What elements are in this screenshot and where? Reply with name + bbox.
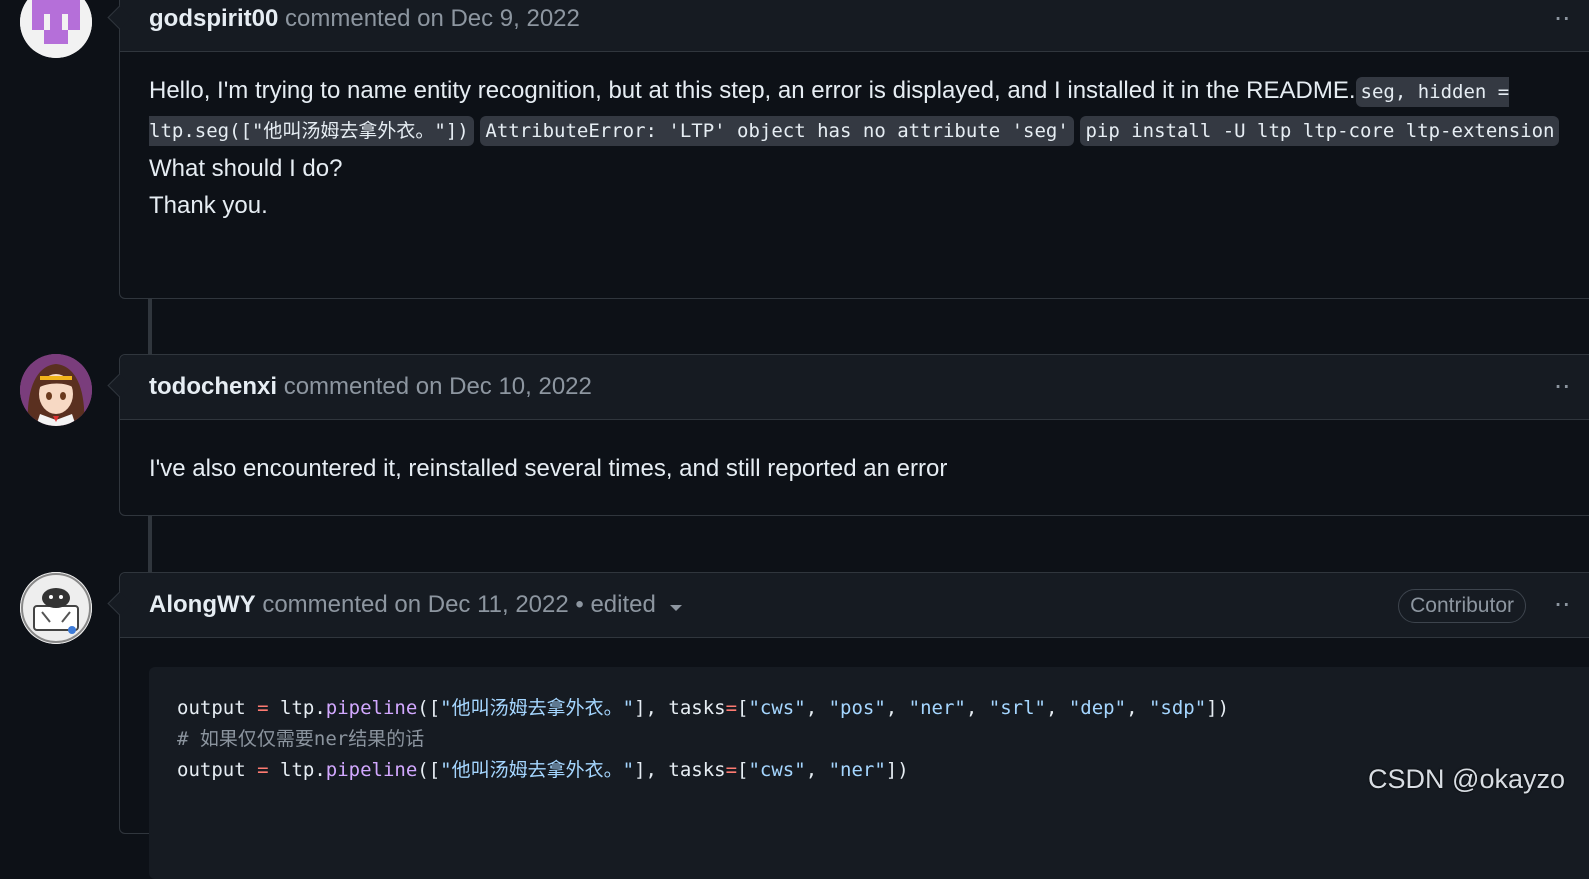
avatar-todochenxi[interactable] (20, 354, 92, 426)
comment-header: godspirit00 commented on Dec 9, 2022 ·· (107, 0, 1589, 52)
author-link[interactable]: todochenxi (149, 373, 277, 400)
avatar-godspirit00[interactable] (20, 0, 92, 58)
comment-pointer (107, 5, 132, 30)
comment-pointer (107, 591, 132, 616)
avatar-alongwy[interactable] (20, 572, 92, 644)
timeline-connector (148, 297, 152, 355)
comment-text: What should I do? (149, 155, 343, 182)
kebab-menu-icon[interactable]: ·· (1553, 1, 1571, 33)
comment-card: todochenxi commented on Dec 10, 2022 ·· … (107, 354, 1589, 516)
doodle-avatar-image (20, 572, 92, 644)
identicon-image (20, 0, 92, 58)
author-link[interactable]: AlongWY (149, 591, 256, 618)
edit-history-dropdown-icon[interactable] (669, 592, 683, 620)
kebab-menu-icon[interactable]: ·· (1553, 369, 1571, 401)
inline-code: pip install -U ltp ltp-core ltp-extensio… (1080, 116, 1560, 146)
comment-text: Hello, I'm trying to name entity recogni… (149, 77, 1356, 104)
kebab-menu-icon[interactable]: ·· (1553, 587, 1571, 619)
comment-body: Hello, I'm trying to name entity recogni… (120, 52, 1589, 246)
comment-text: Thank you. (149, 192, 268, 219)
inline-code: AttributeError: 'LTP' object has no attr… (480, 116, 1074, 146)
comment-timestamp[interactable]: commented on Dec 11, 2022 • edited (262, 591, 656, 618)
comment-pointer (107, 373, 132, 398)
comment-text: I've also encountered it, reinstalled se… (149, 455, 948, 482)
contributor-badge: Contributor (1398, 589, 1526, 623)
comment-timestamp[interactable]: commented on Dec 9, 2022 (285, 5, 580, 32)
comment-card: godspirit00 commented on Dec 9, 2022 ·· … (107, 0, 1589, 299)
csdn-watermark: CSDN @okayzo (1368, 764, 1565, 794)
comment-header: todochenxi commented on Dec 10, 2022 ·· (107, 355, 1589, 420)
anime-avatar-image (20, 354, 92, 426)
timeline-connector (148, 514, 152, 573)
comment-body: I've also encountered it, reinstalled se… (120, 420, 1589, 509)
comment-header: AlongWY commented on Dec 11, 2022 • edit… (107, 573, 1589, 638)
author-link[interactable]: godspirit00 (149, 5, 278, 32)
comment-timestamp[interactable]: commented on Dec 10, 2022 (284, 373, 592, 400)
